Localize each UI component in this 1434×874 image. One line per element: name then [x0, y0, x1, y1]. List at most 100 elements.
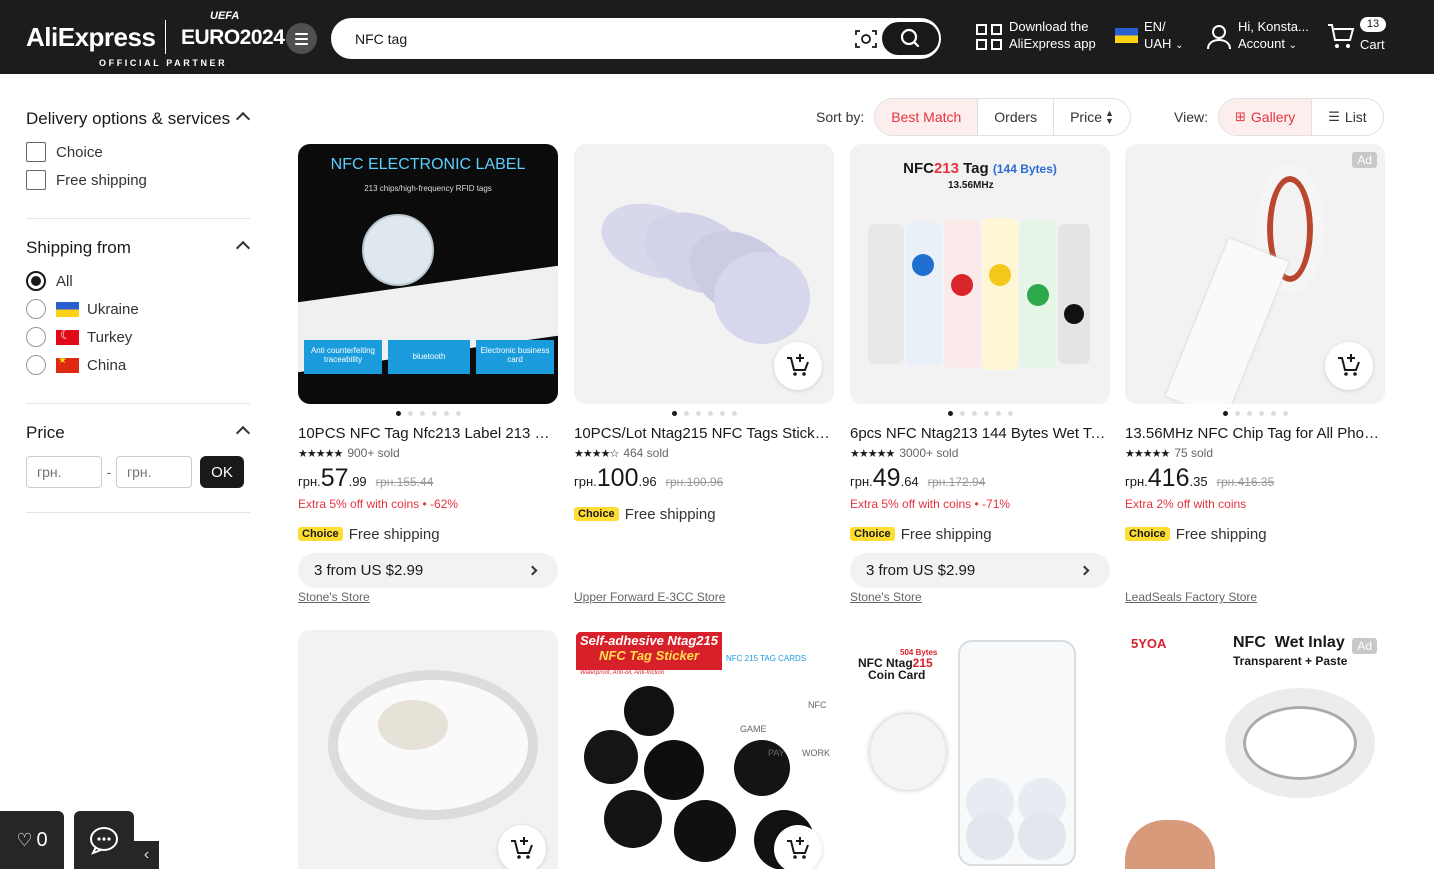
view-list[interactable]: ☰ List [1312, 99, 1382, 135]
choice-badge: Choice [850, 527, 895, 541]
delivery-options-title[interactable]: Delivery options & services [26, 108, 251, 138]
list-icon: ☰ [1328, 109, 1340, 124]
language-label: EN/ [1144, 19, 1166, 34]
image-carousel-dots[interactable] [298, 405, 558, 421]
product-title[interactable]: 10PCS NFC Tag Nfc213 Label 213 Sticker..… [298, 424, 558, 444]
download-app-link[interactable]: Download the AliExpress app [1009, 18, 1096, 52]
chevron-up-icon[interactable] [235, 425, 251, 441]
sort-label: Sort by: [816, 109, 865, 125]
store-link[interactable]: Stone's Store [850, 590, 922, 604]
qr-code-icon[interactable] [976, 24, 1002, 50]
sort-bar: Sort by: Best Match Orders Price ▲ ▼ [816, 98, 1131, 136]
product-image[interactable] [298, 630, 558, 869]
product-card[interactable]: Ad 13.56MHz NFC Chip Tag for All Phone .… [1125, 144, 1385, 546]
product-title[interactable]: 13.56MHz NFC Chip Tag for All Phone ... [1125, 424, 1385, 444]
bundle-deal-button[interactable]: 3 from US $2.99 [298, 553, 558, 588]
add-to-cart-button[interactable] [1325, 342, 1373, 390]
product-image[interactable]: Ad [1125, 144, 1385, 404]
aliexpress-logo[interactable]: AliExpress [26, 22, 156, 53]
all-radio[interactable] [26, 271, 46, 291]
image-search-icon[interactable] [855, 29, 877, 49]
ship-from-turkey[interactable]: Turkey [26, 323, 250, 351]
store-link[interactable]: Upper Forward E-3CC Store [574, 590, 725, 604]
view-gallery[interactable]: ⊞ Gallery [1218, 99, 1313, 135]
product-card[interactable] [298, 630, 558, 869]
price-max-input[interactable] [116, 456, 192, 488]
search-button[interactable] [882, 22, 939, 55]
official-partner-label: OFFICIAL PARTNER [99, 58, 228, 68]
sort-orders[interactable]: Orders [978, 99, 1055, 135]
old-price: грн.100.96 [665, 475, 724, 489]
ship-from-china[interactable]: China [26, 351, 250, 379]
chevron-right-icon [527, 565, 538, 576]
chevron-right-icon [1079, 565, 1090, 576]
china-radio[interactable] [26, 355, 46, 375]
cart-icon[interactable] [1327, 22, 1355, 50]
product-image[interactable]: 5YOA NFC Wet Inlay Transparent + Paste A… [1125, 630, 1385, 869]
image-carousel-dots[interactable] [574, 405, 834, 421]
ukraine-flag-icon [56, 301, 79, 317]
chevron-up-icon[interactable] [235, 111, 251, 127]
collapse-chevron-left-icon[interactable]: ‹ [134, 841, 159, 869]
wishlist-count: 0 [36, 828, 48, 851]
price-title[interactable]: Price [26, 422, 251, 452]
shipping-info: Choice Free shipping [298, 522, 558, 546]
shipping-info: Choice Free shipping [1125, 522, 1385, 546]
old-price: грн.416.35 [1216, 475, 1275, 489]
product-card[interactable]: NFC213 Tag (144 Bytes) 13.56MHz 6pcs NFC… [850, 144, 1110, 588]
price-min-input[interactable] [26, 456, 102, 488]
add-to-cart-button[interactable] [774, 825, 822, 869]
product-image[interactable]: Self-adhesive Ntag215 NFC Tag Sticker Wa… [574, 630, 834, 869]
chat-button[interactable] [74, 811, 134, 869]
product-card[interactable]: 10PCS/Lot Ntag215 NFC Tags Sticker P... … [574, 144, 834, 526]
choice-checkbox[interactable] [26, 142, 46, 162]
filter-free-shipping[interactable]: Free shipping [26, 166, 250, 194]
language-currency-selector[interactable]: EN/ UAH ⌄ [1144, 18, 1183, 54]
turkey-flag-icon [56, 329, 79, 345]
product-image[interactable]: 504 Bytes NFC Ntag215 Coin Card [850, 630, 1110, 869]
add-to-cart-button[interactable] [774, 342, 822, 390]
chevron-up-icon[interactable] [235, 240, 251, 256]
uefa-label: UEFA [210, 10, 240, 22]
sort-price[interactable]: Price ▲ ▼ [1054, 99, 1130, 135]
euro2024-logo: EURO2024 [181, 26, 285, 49]
image-carousel-dots[interactable] [1125, 405, 1385, 421]
ad-badge: Ad [1352, 638, 1377, 654]
ukraine-radio[interactable] [26, 299, 46, 319]
store-link[interactable]: LeadSeals Factory Store [1125, 590, 1257, 604]
image-carousel-dots[interactable] [850, 405, 1110, 421]
download-line2: AliExpress app [1009, 36, 1096, 51]
view-label: View: [1174, 109, 1208, 125]
product-card[interactable]: NFC ELECTRONIC LABEL 213 chips/high-freq… [298, 144, 558, 588]
price-section: Price - OK [26, 422, 251, 513]
ukraine-flag-icon [1115, 28, 1138, 43]
bundle-deal-button[interactable]: 3 from US $2.99 [850, 553, 1110, 588]
ship-from-ukraine[interactable]: Ukraine [26, 295, 250, 323]
store-link[interactable]: Stone's Store [298, 590, 370, 604]
price-ok-button[interactable]: OK [200, 456, 244, 488]
product-image[interactable]: NFC ELECTRONIC LABEL 213 chips/high-freq… [298, 144, 558, 404]
shipping-from-title[interactable]: Shipping from [26, 237, 251, 267]
plastic-box-image [958, 640, 1076, 866]
account-menu[interactable]: Hi, Konsta... Account ⌄ [1238, 18, 1309, 54]
user-icon[interactable] [1206, 24, 1232, 50]
grid-icon: ⊞ [1234, 109, 1246, 124]
product-image[interactable]: NFC213 Tag (144 Bytes) 13.56MHz [850, 144, 1110, 404]
search-input[interactable] [355, 28, 835, 50]
product-title[interactable]: 6pcs NFC Ntag213 144 Bytes Wet Tag ... [850, 424, 1110, 444]
ship-from-all[interactable]: All [26, 267, 250, 295]
sort-best-match[interactable]: Best Match [875, 99, 979, 135]
product-card[interactable]: 504 Bytes NFC Ntag215 Coin Card [850, 630, 1110, 869]
turkey-radio[interactable] [26, 327, 46, 347]
product-card[interactable]: Self-adhesive Ntag215 NFC Tag Sticker Wa… [574, 630, 834, 869]
add-to-cart-button[interactable] [498, 825, 546, 869]
wishlist-button[interactable]: ♡ 0 [0, 811, 64, 869]
product-title[interactable]: 10PCS/Lot Ntag215 NFC Tags Sticker P... [574, 424, 834, 444]
product-image[interactable] [574, 144, 834, 404]
categories-menu-button[interactable] [286, 23, 317, 54]
filter-choice[interactable]: Choice [26, 138, 250, 166]
cart-label[interactable]: Cart [1360, 36, 1385, 53]
free-shipping-checkbox[interactable] [26, 170, 46, 190]
product-card[interactable]: 5YOA NFC Wet Inlay Transparent + Paste A… [1125, 630, 1385, 869]
view-options: ⊞ Gallery ☰ List [1217, 98, 1384, 136]
